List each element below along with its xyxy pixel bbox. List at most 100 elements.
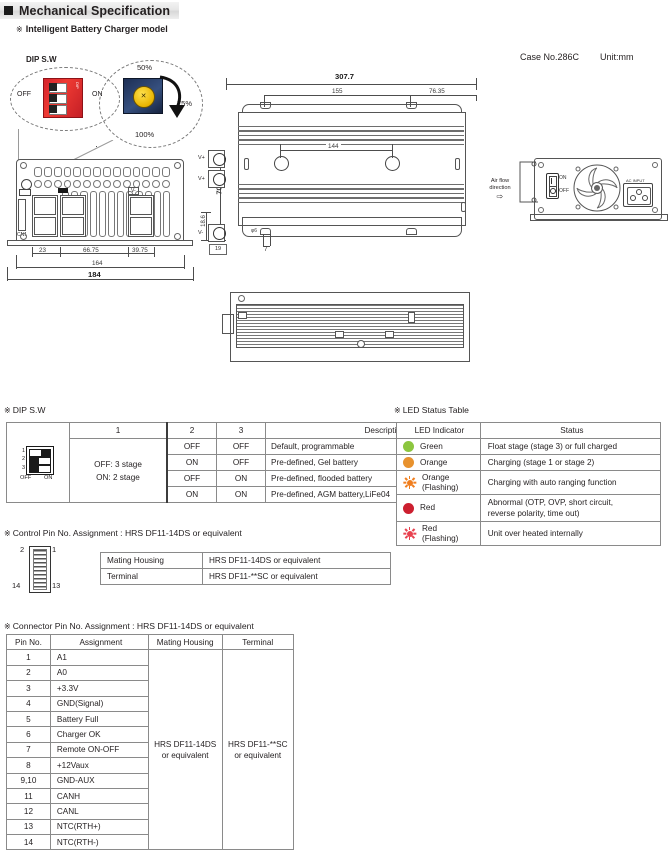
led-row-2-status: Charging with auto ranging function [479, 470, 662, 495]
control-pin-heading: ※ Control Pin No. Assignment : HRS DF11-… [4, 528, 242, 538]
unit-label: Unit:mm [600, 52, 634, 62]
pin-row-8-no: 9,10 [6, 772, 51, 789]
page-title: Mechanical Specification [19, 3, 171, 18]
control-connector-graphic: 2 1 14 13 [6, 545, 72, 594]
dip-switch-icon: 1 2 3 OFF ON [20, 445, 54, 481]
pin-header-terminal: Terminal [221, 633, 295, 651]
dip-row-3-sw3: ON [216, 486, 266, 503]
connector-pin-heading: ※ Connector Pin No. Assignment : HRS DF1… [4, 621, 254, 631]
fan-icon [572, 163, 622, 213]
reference-mark-icon: ※ [394, 405, 401, 415]
led-row-2-label: Orange [422, 473, 450, 482]
dip-section-title: DIP S.W [12, 405, 46, 415]
pin-row-9-no: 11 [6, 787, 51, 805]
pin-row-3-assignment: GND(Signal) [49, 695, 149, 712]
dip-section-heading: ※ DIP S.W [4, 405, 46, 415]
pin-label-1: 1 [52, 545, 57, 554]
led-row-4-label: Red [422, 524, 438, 533]
dip-row-1-sw2: ON [166, 454, 217, 471]
led-row-1-status: Charging (stage 1 or stage 2) [479, 454, 662, 471]
pot-top-label: 50% [137, 63, 153, 72]
pin-row-1-no: 2 [6, 664, 51, 682]
potentiometer-callout: 50% 75% 100% ✕ [95, 52, 205, 152]
dip-row-1-sw3: OFF [216, 454, 266, 471]
pin-row-0-no: 1 [6, 649, 51, 666]
pin-row-10-assignment: CANL [49, 803, 149, 820]
drawing-side-elevation [222, 290, 502, 368]
side-v-minus: V- [198, 230, 204, 236]
dip-stage-cell: OFF: 3 stage ON: 2 stage [69, 438, 168, 503]
led-green-icon [403, 441, 414, 452]
pin-row-2-assignment: +3.3V [49, 680, 149, 697]
subtitle-text: Intelligent Battery Charger model [25, 24, 168, 34]
led-header-status: Status [479, 422, 662, 439]
mating-row-0-label: Mating Housing [100, 552, 203, 569]
dim-307-7: 307.7 [332, 72, 358, 81]
pin-row-11-no: 13 [6, 818, 51, 836]
dip-col-3-header: 3 [216, 422, 266, 439]
pin-row-9-assignment: CANH [49, 787, 149, 805]
connector-pin-title: Connector Pin No. Assignment : HRS DF11-… [12, 621, 254, 631]
led-row-3-label: Red [420, 503, 436, 513]
mating-row-1-label: Terminal [100, 568, 203, 585]
table-row: Orange Charging (stage 1 or stage 2) [396, 454, 662, 471]
table-row: Mating Housing HRS DF11-14DS or equivale… [100, 552, 391, 569]
pin-row-5-no: 6 [6, 726, 51, 743]
dip-col-2-header: 2 [166, 422, 217, 439]
dip-callout-off-label: OFF [17, 91, 31, 98]
pin-row-11-assignment: NTC(RTH+) [49, 818, 149, 836]
led-red-icon [403, 502, 414, 514]
dim-155: 155 [330, 88, 345, 95]
filled-square-icon [4, 6, 13, 15]
mating-housing-table: Mating Housing HRS DF11-14DS or equivale… [100, 552, 391, 585]
pin-row-7-no: 8 [6, 757, 51, 774]
pin-row-12-no: 14 [6, 834, 51, 851]
pin-row-7-assignment: +12Vaux [49, 757, 149, 774]
led-row-1-label: Orange [420, 457, 448, 467]
side-v-plus-1: V+ [198, 155, 205, 161]
led-red-flashing-icon [403, 527, 416, 540]
pot-bottom-label: 100% [135, 130, 155, 139]
pin-mating-housing-cell: HRS DF11-14DS or equivalent [147, 649, 223, 851]
table-row: Red Abnormal (OTP, OVP, short circuit, re… [396, 494, 662, 522]
power-switch-icon [546, 173, 559, 199]
dim-144: 144 [326, 143, 341, 150]
table-row: Terminal HRS DF11-**SC or equivalent [100, 568, 391, 585]
table-row: 1 A1 HRS DF11-14DS or equivalent HRS DF1… [6, 649, 295, 851]
rotation-arrow-icon [159, 75, 185, 118]
side-v-plus-2: V+ [198, 176, 205, 182]
pin-row-10-no: 12 [6, 803, 51, 820]
pin-header-mating: Mating Housing [147, 633, 223, 651]
pin-header-assignment: Assignment [49, 633, 149, 651]
led-status-table: LED Indicator Status Green Float stage (… [396, 422, 662, 546]
drawing-rear-view: ON OFF AC INPUT [530, 155, 668, 225]
table-row: Orange (Flashing) Charging with auto ran… [396, 470, 662, 495]
led-row-4-sub: (Flashing) [422, 533, 459, 543]
reference-mark-icon: ※ [4, 405, 11, 415]
dim-76-35: 76.35 [427, 88, 447, 95]
dim-7: 7 [264, 246, 268, 253]
led-row-0-label: Green [420, 441, 443, 451]
led-header-indicator: LED Indicator [396, 422, 481, 439]
pin-row-8-assignment: GND-AUX [49, 772, 149, 789]
led-section-heading: ※ LED Status Table [394, 405, 469, 415]
pin-label-2: 2 [20, 545, 25, 554]
table-row: Red (Flashing) Unit over heated internal… [396, 521, 662, 546]
reference-mark-icon: ※ [4, 528, 11, 538]
led-row-3-status: Abnormal (OTP, OVP, short circuit, revers… [479, 494, 662, 522]
ac-inlet-icon [623, 183, 653, 207]
reference-mark-icon: ※ [16, 24, 23, 34]
control-pin-title: Control Pin No. Assignment : HRS DF11-14… [12, 528, 242, 538]
mating-row-1-value: HRS DF11-**SC or equivalent [202, 568, 391, 585]
drawing-front-view: V- CN1 23 66.75 39.75 164 184 [4, 155, 204, 281]
pin-label-14: 14 [12, 581, 21, 590]
pin-terminal-cell: HRS DF11-**SC or equivalent [221, 649, 295, 851]
subtitle: ※ Intelligent Battery Charger model [16, 24, 168, 34]
dip-row-0-sw2: OFF [166, 438, 217, 455]
reference-mark-icon: ※ [4, 621, 11, 631]
led-orange-flashing-icon [403, 476, 416, 489]
pin-row-6-assignment: Remote ON-OFF [49, 741, 149, 759]
dip-row-3-sw2: ON [166, 486, 217, 503]
dip-col-1-header: 1 [69, 422, 168, 439]
case-no-label: Case No.286C [520, 52, 580, 62]
